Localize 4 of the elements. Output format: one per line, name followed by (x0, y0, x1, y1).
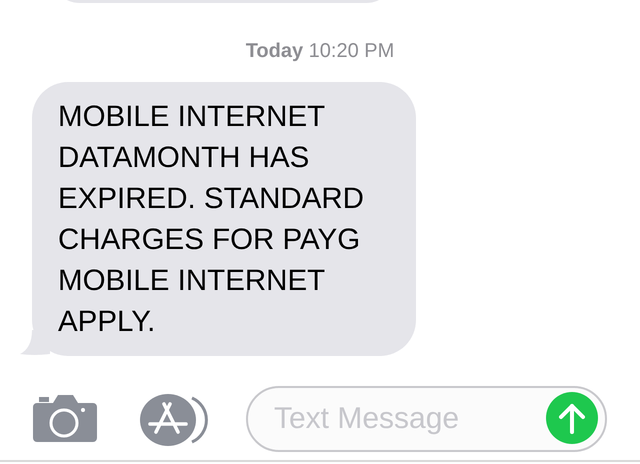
arrow-up-icon (559, 402, 585, 434)
message-bubble: MOBILE INTERNET DATAMONTH HAS EXPIRED. STANDARD CHARGES FOR PAYG MOBILE INTERNET APPLY. (32, 82, 416, 356)
timestamp: Today 10:20 PM (246, 40, 394, 62)
camera-icon[interactable] (33, 395, 98, 442)
